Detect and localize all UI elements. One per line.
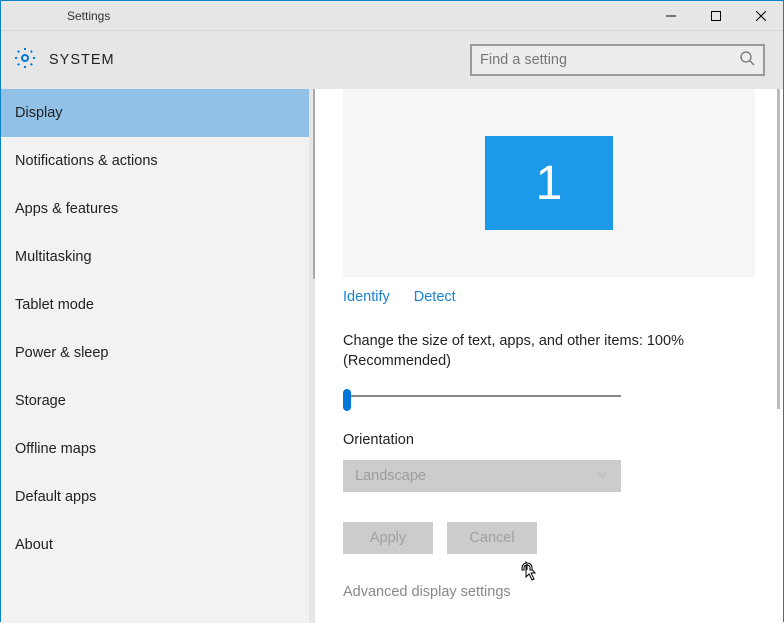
search-input[interactable] bbox=[480, 52, 739, 68]
search-box[interactable] bbox=[470, 44, 765, 76]
detect-link[interactable]: Detect bbox=[414, 289, 456, 305]
sidebar-item-label: Notifications & actions bbox=[15, 153, 158, 169]
sidebar-item-tablet-mode[interactable]: Tablet mode bbox=[1, 281, 315, 329]
sidebar: Display Notifications & actions Apps & f… bbox=[1, 89, 315, 623]
maximize-button[interactable] bbox=[693, 1, 738, 30]
button-label: Apply bbox=[370, 530, 406, 546]
scale-label: Change the size of text, apps, and other… bbox=[343, 331, 755, 372]
sidebar-item-offline-maps[interactable]: Offline maps bbox=[1, 425, 315, 473]
monitor-preview: 1 bbox=[343, 89, 755, 277]
close-icon bbox=[756, 11, 766, 21]
monitor-tile-1[interactable]: 1 bbox=[485, 136, 613, 230]
maximize-icon bbox=[711, 11, 721, 21]
search-icon bbox=[739, 50, 755, 71]
sidebar-item-multitasking[interactable]: Multitasking bbox=[1, 233, 315, 281]
orientation-dropdown[interactable]: Landscape bbox=[343, 460, 621, 492]
title-bar: Settings bbox=[1, 1, 783, 31]
sidebar-item-label: Apps & features bbox=[15, 201, 118, 217]
monitor-number: 1 bbox=[536, 156, 563, 211]
apply-button[interactable]: Apply bbox=[343, 522, 433, 554]
sidebar-item-label: About bbox=[15, 537, 53, 553]
gear-icon bbox=[13, 46, 37, 75]
content-scrollbar[interactable] bbox=[767, 89, 783, 623]
dropdown-value: Landscape bbox=[355, 468, 426, 484]
window-title: Settings bbox=[67, 9, 110, 23]
sidebar-item-label: Multitasking bbox=[15, 249, 92, 265]
cancel-button[interactable]: Cancel bbox=[447, 522, 537, 554]
sidebar-item-default-apps[interactable]: Default apps bbox=[1, 473, 315, 521]
chevron-down-icon bbox=[595, 468, 609, 486]
window-controls bbox=[648, 1, 783, 30]
back-button[interactable] bbox=[7, 0, 37, 3]
sidebar-item-apps-features[interactable]: Apps & features bbox=[1, 185, 315, 233]
sidebar-item-notifications[interactable]: Notifications & actions bbox=[1, 137, 315, 185]
minimize-button[interactable] bbox=[648, 1, 693, 30]
sidebar-item-label: Offline maps bbox=[15, 441, 96, 457]
sidebar-item-display[interactable]: Display bbox=[1, 89, 315, 137]
sidebar-item-power-sleep[interactable]: Power & sleep bbox=[1, 329, 315, 377]
sidebar-item-label: Storage bbox=[15, 393, 66, 409]
sidebar-item-label: Default apps bbox=[15, 489, 96, 505]
sidebar-item-label: Power & sleep bbox=[15, 345, 109, 361]
button-label: Cancel bbox=[469, 530, 514, 546]
minimize-icon bbox=[666, 11, 676, 21]
sidebar-item-about[interactable]: About bbox=[1, 521, 315, 569]
advanced-display-link[interactable]: Advanced display settings bbox=[343, 584, 755, 600]
content-pane: 1 Identify Detect Change the size of tex… bbox=[315, 89, 783, 623]
identify-link[interactable]: Identify bbox=[343, 289, 390, 305]
slider-thumb[interactable] bbox=[343, 389, 351, 411]
orientation-label: Orientation bbox=[343, 432, 755, 448]
close-button[interactable] bbox=[738, 1, 783, 30]
header-title: SYSTEM bbox=[49, 52, 115, 68]
sidebar-item-label: Tablet mode bbox=[15, 297, 94, 313]
sidebar-item-storage[interactable]: Storage bbox=[1, 377, 315, 425]
header: SYSTEM bbox=[1, 31, 783, 89]
sidebar-item-label: Display bbox=[15, 105, 63, 121]
scale-slider[interactable] bbox=[343, 388, 621, 406]
